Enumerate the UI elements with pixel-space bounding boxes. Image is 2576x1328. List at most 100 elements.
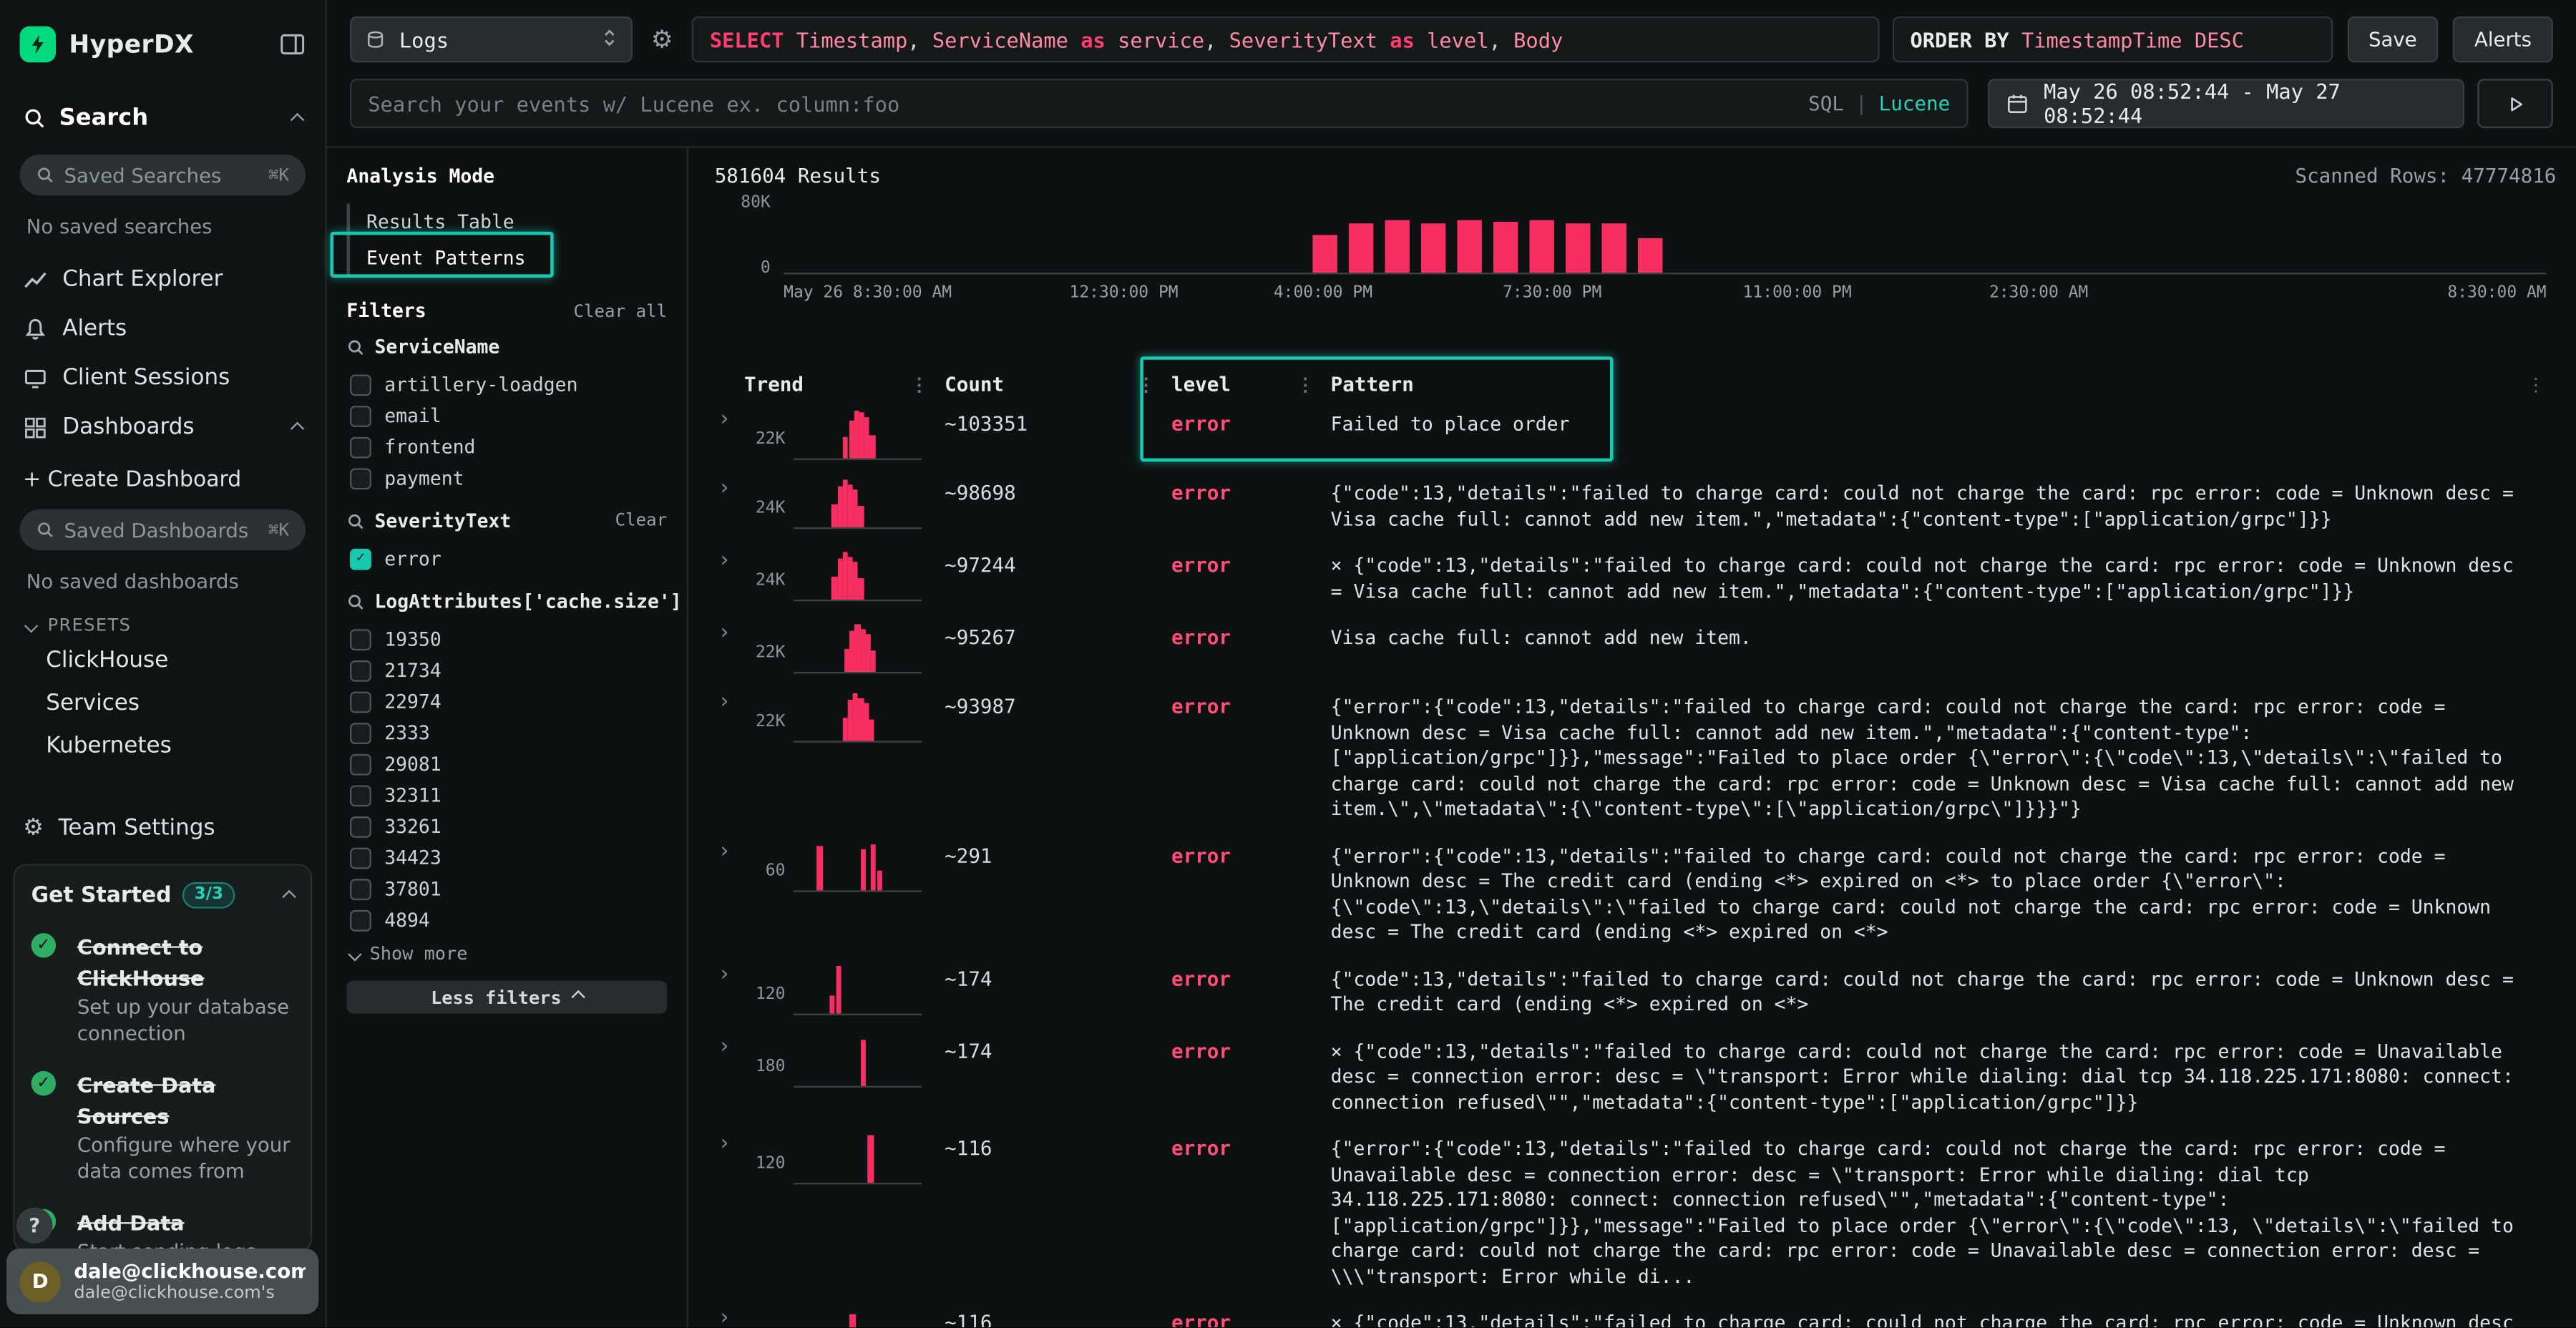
table-row[interactable]: ›120~116error{"error":{"code":13,"detail… (715, 1126, 2557, 1299)
filter-option[interactable]: 21734 (350, 655, 667, 685)
clear-all-filters-button[interactable]: Clear all (573, 302, 667, 322)
lang-sql-toggle[interactable]: SQL (1808, 92, 1844, 115)
header-count[interactable]: Count⋮ (945, 373, 1171, 396)
histogram-bar[interactable] (1385, 221, 1410, 273)
sidebar-collapse-icon[interactable] (279, 31, 306, 58)
histogram-bar[interactable] (1566, 223, 1591, 273)
filter-option[interactable]: 29081 (350, 749, 667, 778)
filter-checkbox[interactable] (350, 660, 371, 681)
histogram-plot[interactable] (784, 197, 2547, 275)
analysis-mode-event-patterns[interactable]: Event Patterns (346, 240, 667, 276)
expand-row-button[interactable]: › (715, 477, 744, 503)
column-menu-icon[interactable]: ⋮ (1137, 376, 1155, 394)
sidebar-item-chart-explorer[interactable]: Chart Explorer (0, 255, 326, 304)
table-row[interactable]: ›22K~103351errorFailed to place order (715, 401, 2557, 469)
chevron-up-icon[interactable] (291, 421, 304, 435)
filter-option[interactable]: email (350, 401, 667, 430)
filter-option[interactable]: 4894 (350, 905, 667, 934)
header-level[interactable]: level⋮ (1171, 373, 1331, 396)
histogram-bar[interactable] (1457, 221, 1483, 273)
sidebar-item-dashboards[interactable]: Dashboards (0, 402, 326, 451)
filter-option[interactable]: ✓error (350, 544, 667, 573)
expand-row-button[interactable]: › (715, 1306, 744, 1327)
table-row[interactable]: ›24K~97244error× {"code":13,"details":"f… (715, 542, 2557, 615)
create-dashboard-button[interactable]: + Create Dashboard (0, 451, 326, 496)
expand-row-button[interactable]: › (715, 690, 744, 716)
user-menu[interactable]: D dale@clickhouse.com dale@clickhouse.co… (6, 1249, 318, 1314)
presets-toggle[interactable]: PRESETS (0, 600, 326, 639)
sidebar-item-team-settings[interactable]: ⚙ Team Settings (0, 804, 326, 853)
source-settings-gear-icon[interactable]: ⚙ (645, 24, 678, 54)
table-row[interactable]: ›120~174error{"code":13,"details":"faile… (715, 955, 2557, 1027)
filter-option[interactable]: payment (350, 463, 667, 492)
expand-row-button[interactable]: › (715, 1132, 744, 1158)
show-more-button[interactable]: Show more (350, 943, 667, 965)
filter-option[interactable]: 2333 (350, 718, 667, 747)
saved-searches-input[interactable]: Saved Searches ⌘K (20, 155, 306, 195)
order-by-editor[interactable]: ORDER BY TimestampTime DESC (1892, 16, 2332, 62)
filter-checkbox[interactable] (350, 628, 371, 650)
filter-checkbox[interactable] (350, 467, 371, 489)
filter-checkbox[interactable] (350, 878, 371, 899)
run-search-button[interactable] (2477, 79, 2553, 128)
filter-checkbox[interactable]: ✓ (350, 548, 371, 570)
header-pattern[interactable]: Pattern (1331, 373, 2527, 396)
preset-services[interactable]: Services (0, 682, 326, 725)
date-range-picker[interactable]: May 26 08:52:44 - May 27 08:52:44 (1988, 79, 2464, 128)
table-row[interactable]: ›60~116error× {"code":13,"details":"fail… (715, 1299, 2557, 1327)
expand-row-button[interactable]: › (715, 962, 744, 988)
save-button[interactable]: Save (2347, 16, 2438, 62)
expand-row-button[interactable]: › (715, 621, 744, 648)
expand-row-button[interactable]: › (715, 839, 744, 865)
histogram-bar[interactable] (1349, 223, 1375, 273)
filter-option[interactable]: 34423 (350, 843, 667, 872)
get-started-step[interactable]: ✓ Add Data Start sending logs, metrics, … (31, 1206, 294, 1251)
filter-checkbox[interactable] (350, 436, 371, 458)
get-started-step[interactable]: ✓ Create Data Sources Configure where yo… (31, 1068, 294, 1184)
histogram-bar[interactable] (1493, 222, 1519, 273)
histogram-bar[interactable] (1312, 235, 1338, 273)
results-histogram[interactable]: 80K 0 May 26 8:30:00 AM12:30:00 PM4:00:0… (715, 194, 2557, 303)
sidebar-item-client-sessions[interactable]: Client Sessions (0, 353, 326, 403)
preset-kubernetes[interactable]: Kubernetes (0, 724, 326, 767)
chevron-up-icon[interactable] (291, 113, 304, 127)
less-filters-button[interactable]: Less filters (346, 981, 667, 1014)
search-section[interactable]: Search (0, 82, 326, 142)
filter-checkbox[interactable] (350, 784, 371, 806)
filter-option[interactable]: artillery-loadgen (350, 370, 667, 399)
chevron-up-icon[interactable] (282, 889, 296, 903)
filter-checkbox[interactable] (350, 722, 371, 743)
filter-option[interactable]: 22974 (350, 687, 667, 716)
help-button[interactable]: ? (16, 1207, 53, 1244)
table-row[interactable]: ›22K~95267errorVisa cache full: cannot a… (715, 615, 2557, 683)
sql-select-editor[interactable]: SELECT Timestamp, ServiceName as service… (692, 16, 1879, 62)
filter-checkbox[interactable] (350, 847, 371, 869)
table-row[interactable]: ›22K~93987error{"error":{"code":13,"deta… (715, 683, 2557, 832)
filter-option[interactable]: 37801 (350, 874, 667, 903)
table-row[interactable]: ›180~174error× {"code":13,"details":"fai… (715, 1027, 2557, 1126)
filter-option[interactable]: 33261 (350, 811, 667, 841)
lang-lucene-toggle[interactable]: Lucene (1879, 92, 1951, 115)
histogram-bar[interactable] (1529, 221, 1555, 273)
histogram-bar[interactable] (1638, 239, 1664, 273)
expand-row-button[interactable]: › (715, 1034, 744, 1060)
table-row[interactable]: ›24K~98698error{"code":13,"details":"fai… (715, 470, 2557, 542)
expand-row-button[interactable]: › (715, 407, 744, 434)
filter-option[interactable]: 32311 (350, 781, 667, 810)
filter-checkbox[interactable] (350, 374, 371, 395)
saved-dashboards-input[interactable]: Saved Dashboards ⌘K (20, 509, 306, 550)
table-row[interactable]: ›60~291error{"error":{"code":13,"details… (715, 832, 2557, 955)
preset-clickhouse[interactable]: ClickHouse (0, 639, 326, 682)
filter-checkbox[interactable] (350, 816, 371, 837)
column-menu-icon[interactable]: ⋮ (1296, 376, 1314, 394)
clear-filter-button[interactable]: Clear (615, 511, 668, 531)
histogram-bar[interactable] (1601, 223, 1627, 273)
expand-row-button[interactable]: › (715, 549, 744, 575)
column-menu-icon[interactable]: ⋮ (910, 376, 928, 394)
analysis-mode-results-table[interactable]: Results Table (346, 204, 667, 240)
histogram-bar[interactable] (1421, 223, 1447, 273)
sidebar-item-alerts[interactable]: Alerts (0, 304, 326, 353)
table-menu-icon[interactable]: ⋮ (2527, 376, 2556, 394)
filter-checkbox[interactable] (350, 753, 371, 775)
filter-option[interactable]: frontend (350, 432, 667, 462)
